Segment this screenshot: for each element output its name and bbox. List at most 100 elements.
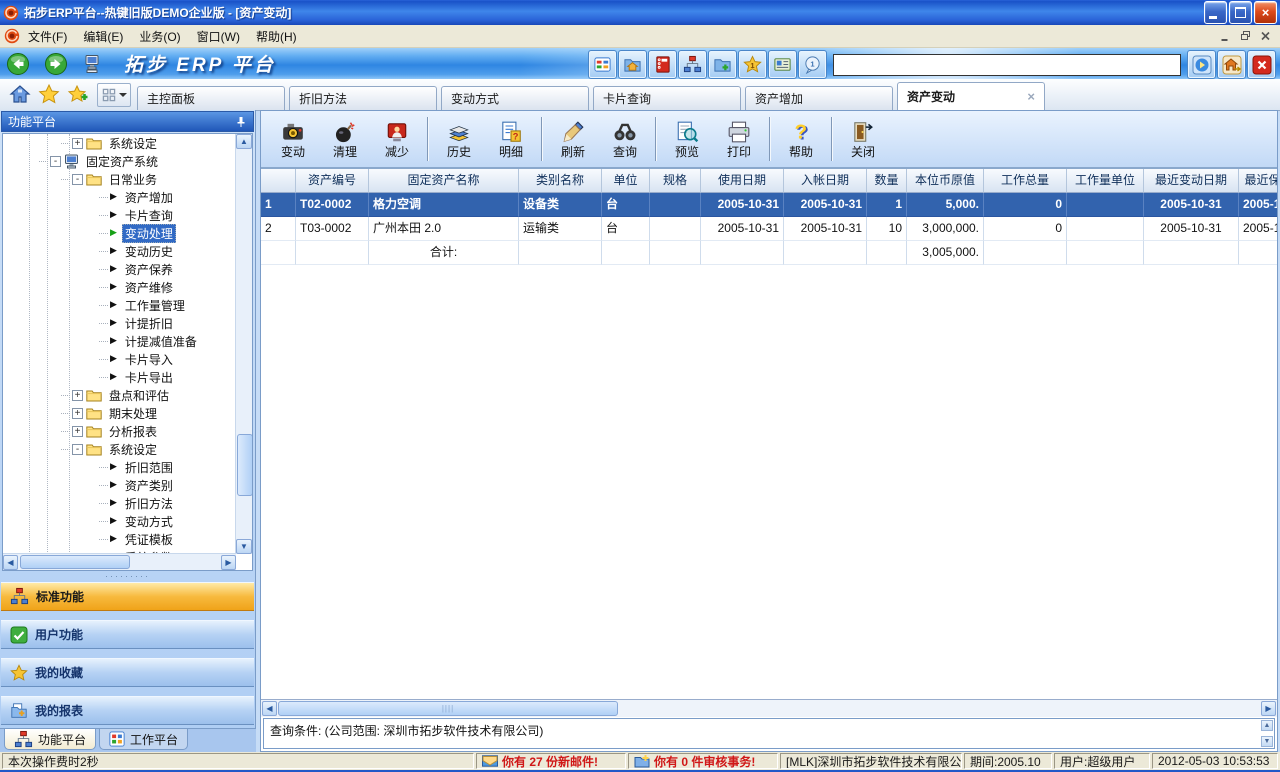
tree-item[interactable]: ▶资产增加 — [3, 188, 236, 206]
tree-item[interactable]: +期末处理 — [3, 404, 236, 422]
menu-item-3[interactable]: 窗口(W) — [189, 28, 248, 46]
tree-item[interactable]: +分析报表 — [3, 422, 236, 440]
forward-button[interactable] — [44, 52, 68, 76]
folder-home-button[interactable] — [619, 51, 646, 78]
tree-expand-toggle[interactable]: - — [50, 156, 61, 167]
tree-item[interactable]: ▶卡片导出 — [3, 368, 236, 386]
close-button[interactable]: 关闭 — [837, 115, 889, 163]
scroll-down-icon[interactable]: ▼ — [1261, 736, 1273, 747]
table-horizontal-scrollbar[interactable]: ◀ |||| ▶ — [261, 699, 1277, 717]
sidebar-tab-function-platform[interactable]: 功能平台 — [4, 729, 96, 750]
tab-4[interactable]: 资产增加 — [745, 86, 893, 110]
table-row[interactable]: 1T02-0002格力空调设备类台2005-10-312005-10-3115,… — [261, 193, 1277, 217]
column-header-1[interactable]: 资产编号 — [296, 169, 369, 193]
print-button[interactable]: 打印 — [713, 115, 765, 163]
scroll-up-icon[interactable]: ▲ — [1261, 720, 1273, 731]
column-header-7[interactable]: 入帐日期 — [784, 169, 867, 193]
tab-0[interactable]: 主控面板 — [137, 86, 285, 110]
change-button[interactable]: 变动 — [267, 115, 319, 163]
scrollbar-thumb[interactable] — [237, 434, 253, 496]
tree-item[interactable]: ▶卡片查询 — [3, 206, 236, 224]
sidebar-panel-my-reports[interactable]: 我的报表 — [1, 696, 254, 725]
home-exit-button[interactable] — [1218, 51, 1245, 78]
menu-item-4[interactable]: 帮助(H) — [248, 28, 305, 46]
column-header-11[interactable]: 工作量单位 — [1067, 169, 1144, 193]
menu-item-2[interactable]: 业务(O) — [131, 28, 188, 46]
column-header-0[interactable] — [261, 169, 296, 193]
scrollbar-thumb[interactable]: |||| — [278, 701, 618, 716]
preview-button[interactable]: 预览 — [661, 115, 713, 163]
tab-3[interactable]: 卡片查询 — [593, 86, 741, 110]
column-header-9[interactable]: 本位币原值 — [907, 169, 984, 193]
tree-item[interactable]: ▶变动方式 — [3, 512, 236, 530]
history-button[interactable]: 历史 — [433, 115, 485, 163]
tree-item[interactable]: +系统设定 — [3, 134, 236, 152]
banner-input[interactable] — [833, 54, 1181, 76]
column-header-2[interactable]: 固定资产名称 — [369, 169, 519, 193]
tree-item[interactable]: ▶变动历史 — [3, 242, 236, 260]
restore-button[interactable] — [1229, 1, 1252, 24]
mdi-restore-button[interactable] — [1238, 30, 1252, 42]
sidebar-tab-work-platform[interactable]: 工作平台 — [99, 729, 188, 750]
tree-item[interactable]: ▶资产类别 — [3, 476, 236, 494]
sidebar-panel-my-favorites[interactable]: 我的收藏 — [1, 658, 254, 687]
tree-expand-toggle[interactable]: + — [72, 138, 83, 149]
column-header-6[interactable]: 使用日期 — [701, 169, 784, 193]
column-header-4[interactable]: 单位 — [602, 169, 650, 193]
sidebar-splitter[interactable]: ········· — [0, 571, 255, 582]
tree-expand-toggle[interactable]: + — [72, 390, 83, 401]
scroll-left-icon[interactable]: ◀ — [262, 701, 277, 716]
tree-item[interactable]: -日常业务 — [3, 170, 236, 188]
scroll-left-icon[interactable]: ◀ — [3, 555, 18, 570]
menu-item-1[interactable]: 编辑(E) — [75, 28, 131, 46]
folder-add-button[interactable] — [709, 51, 736, 78]
scroll-down-icon[interactable]: ▼ — [236, 539, 252, 554]
tree-item[interactable]: ▶资产维修 — [3, 278, 236, 296]
clock-bubble-button[interactable]: 1 — [799, 51, 826, 78]
tab-1[interactable]: 折旧方法 — [289, 86, 437, 110]
go-button[interactable] — [1188, 51, 1215, 78]
column-header-10[interactable]: 工作总量 — [984, 169, 1067, 193]
tree-item[interactable]: ▶折旧方法 — [3, 494, 236, 512]
pin-icon[interactable] — [235, 116, 247, 128]
minimize-button[interactable] — [1204, 1, 1227, 24]
home-icon[interactable] — [8, 82, 32, 106]
tree-horizontal-scrollbar[interactable]: ◀ ▶ — [3, 553, 236, 570]
mdi-minimize-button[interactable] — [1218, 30, 1232, 42]
tree-item[interactable]: ▶工作量管理 — [3, 296, 236, 314]
tree-expand-toggle[interactable]: - — [72, 174, 83, 185]
tree-item[interactable]: ▶凭证模板 — [3, 530, 236, 548]
notebook-button[interactable] — [649, 51, 676, 78]
decrease-button[interactable]: 减少 — [371, 115, 423, 163]
close-red-button[interactable] — [1248, 51, 1275, 78]
sidebar-panel-user-functions[interactable]: 用户功能 — [1, 620, 254, 649]
tree-item[interactable]: ▶计提减值准备 — [3, 332, 236, 350]
card-list-button[interactable] — [769, 51, 796, 78]
scrollbar-thumb[interactable] — [20, 555, 130, 569]
mdi-close-button[interactable] — [1258, 30, 1272, 42]
sidebar-panel-standard-functions[interactable]: 标准功能 — [1, 582, 254, 611]
tab-close-icon[interactable]: × — [1027, 83, 1035, 111]
tree-item[interactable]: ▶变动处理 — [3, 224, 236, 242]
column-header-3[interactable]: 类别名称 — [519, 169, 602, 193]
tree-expand-toggle[interactable]: + — [72, 408, 83, 419]
tree-item[interactable]: ▶计提折旧 — [3, 314, 236, 332]
refresh-button[interactable]: 刷新 — [547, 115, 599, 163]
tree-expand-toggle[interactable]: - — [72, 444, 83, 455]
orgchart-button[interactable] — [679, 51, 706, 78]
tab-5[interactable]: 资产变动× — [897, 82, 1045, 110]
tree-vertical-scrollbar[interactable]: ▲ ▼ — [235, 134, 252, 554]
help-button[interactable]: ??帮助 — [775, 115, 827, 163]
column-header-12[interactable]: 最近变动日期 — [1144, 169, 1239, 193]
scroll-right-icon[interactable]: ▶ — [1261, 701, 1276, 716]
favorites-star-icon[interactable] — [37, 82, 61, 106]
back-button[interactable] — [6, 52, 30, 76]
column-header-13[interactable]: 最近保养 — [1239, 169, 1277, 193]
tree-item[interactable]: +盘点和评估 — [3, 386, 236, 404]
clean-button[interactable]: 清理 — [319, 115, 371, 163]
tree-expand-toggle[interactable]: + — [72, 426, 83, 437]
query-button[interactable]: 查询 — [599, 115, 651, 163]
menu-item-0[interactable]: 文件(F) — [20, 28, 75, 46]
scroll-right-icon[interactable]: ▶ — [221, 555, 236, 570]
tree-item[interactable]: ▶资产保养 — [3, 260, 236, 278]
